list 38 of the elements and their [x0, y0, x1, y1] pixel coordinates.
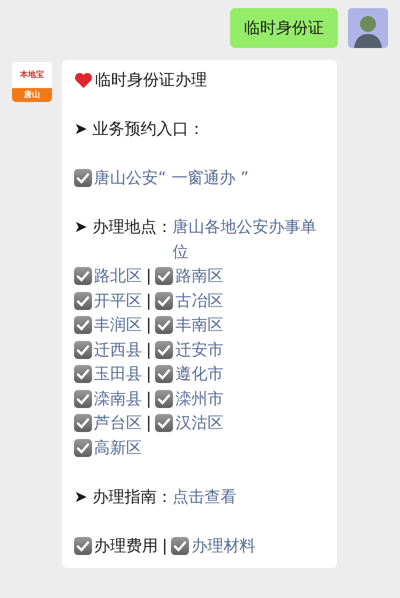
message-text: 临时身份证	[244, 18, 324, 37]
link[interactable]: 滦州市	[175, 386, 224, 411]
separator: |	[162, 534, 168, 557]
separator: |	[146, 265, 152, 287]
link[interactable]: 唐山公安“ 一窗通办 ”	[94, 166, 249, 190]
separator: |	[146, 314, 152, 336]
avatar-icon[interactable]	[348, 8, 388, 48]
link[interactable]: 滦南县	[94, 386, 142, 411]
logo-brand: 本地宝	[19, 69, 45, 81]
link[interactable]: 遵化市	[175, 362, 224, 386]
item-text: 办理费用	[94, 534, 158, 556]
link[interactable]: 点击查看	[172, 484, 236, 509]
separator: |	[146, 412, 152, 434]
link[interactable]: 玉田县	[94, 362, 142, 386]
link[interactable]: 唐山各地公安办事单位	[172, 215, 325, 264]
message-title: 临时身份证办理	[95, 69, 207, 91]
separator: |	[146, 338, 152, 361]
logo-city: 唐山	[12, 88, 52, 102]
link[interactable]: 高新区	[94, 436, 142, 460]
heart-icon	[74, 72, 93, 89]
section-heading: ➤ 办理指南：	[74, 486, 172, 508]
link[interactable]: 丰润区	[94, 313, 142, 338]
link[interactable]: 路南区	[175, 264, 224, 288]
separator: |	[146, 290, 152, 312]
link[interactable]: 办理材料	[191, 534, 256, 558]
link[interactable]: 迁安市	[175, 338, 224, 362]
avatar-logo[interactable]: 本地宝 唐山	[12, 62, 52, 102]
link[interactable]: 迁西县	[94, 338, 142, 362]
link[interactable]: 古冶区	[175, 288, 224, 313]
link[interactable]: 汉沽区	[175, 411, 224, 436]
separator: |	[146, 388, 152, 410]
section-heading: ➤ 业务预约入口：	[74, 118, 204, 140]
link[interactable]: 芦台区	[94, 411, 142, 436]
separator: |	[146, 363, 152, 385]
link[interactable]: 开平区	[94, 288, 142, 313]
section-heading: ➤ 办理地点：	[74, 216, 172, 238]
link[interactable]: 路北区	[94, 264, 142, 288]
link[interactable]: 丰南区	[175, 313, 224, 338]
